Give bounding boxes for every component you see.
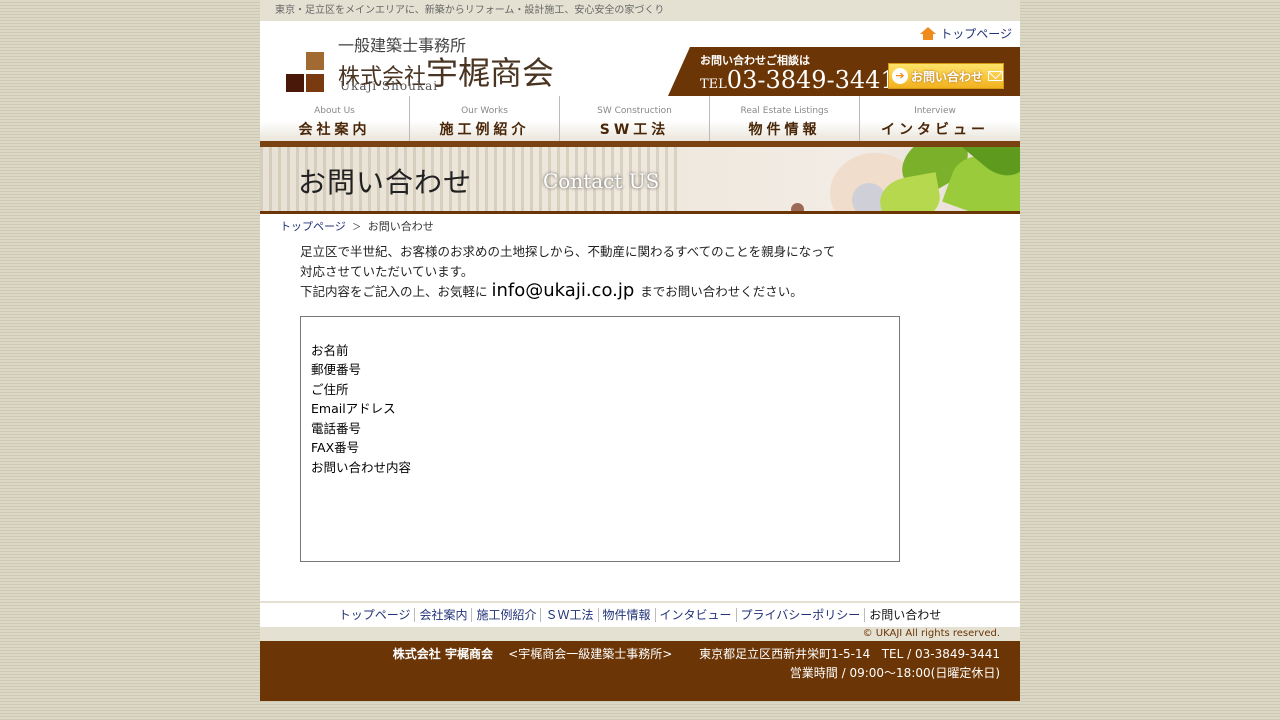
tel-number: 03-3849-3441 (726, 66, 896, 94)
site-header: 一般建築士事務所 株式会社宇梶商会 Ukaji Shoukai トップページ お… (260, 21, 1020, 96)
page-title-english: Contact US (543, 169, 660, 193)
footer-link-contact-current: お問い合わせ (869, 608, 942, 622)
nav-item-jp: 物件情報 (748, 122, 821, 138)
nav-item-interview[interactable]: Interview インタビュー (860, 96, 1010, 141)
footer-office: <宇梶商会一級建築士事務所> (508, 647, 673, 661)
site-footer: 株式会社 宇梶商会 <宇梶商会一級建築士事務所> 東京都足立区西新井栄町1-5-… (260, 641, 1020, 701)
nav-item-about[interactable]: About Us 会社案内 (260, 96, 410, 141)
nav-item-en: Real Estate Listings (740, 106, 829, 116)
top-page-link[interactable]: トップページ (920, 25, 1012, 42)
form-field-fax: FAX番号 (311, 440, 360, 455)
contact-email: info@ukaji.co.jp (491, 280, 635, 301)
intro-line: 対応させていただいています。 (300, 263, 474, 279)
mail-icon (988, 71, 1003, 81)
nav-item-jp: 施工例紹介 (439, 122, 530, 138)
breadcrumb-separator: ＞ (352, 223, 362, 233)
form-field-inquiry: お問い合わせ内容 (311, 459, 412, 475)
footer-address: 東京都足立区西新井栄町1-5-14 (699, 647, 871, 661)
nav-item-jp: 会社案内 (298, 122, 371, 138)
breadcrumb-current: お問い合わせ (367, 220, 434, 233)
form-field-phone: 電話番号 (311, 420, 362, 436)
page-banner: お問い合わせ Contact US (260, 147, 1020, 214)
footer-hours: 営業時間 / 09:00～18:00(日曜定休日) (789, 666, 1000, 680)
nav-item-en: SW Construction (597, 106, 672, 116)
form-field-postal: 郵便番号 (311, 362, 362, 377)
footer-line: 株式会社 宇梶商会 <宇梶商会一級建築士事務所> 東京都足立区西新井栄町1-5-… (260, 645, 1000, 664)
footer-tel: TEL / 03-3849-3441 (881, 647, 1000, 661)
nav-item-real-estate[interactable]: Real Estate Listings 物件情報 (710, 96, 860, 141)
intro-text: 足立区で半世紀、お客様のお求めの土地探しから、不動産に関わるすべてのことを親身に… (260, 236, 1020, 302)
logo-name: 宇梶商会 (426, 54, 555, 92)
tel-prefix: TEL (700, 77, 727, 92)
site-tagline: 東京・足立区をメインエリアに、新築からリフォーム・設計施工、安心安全の家づくり (260, 0, 1020, 21)
top-page-label: トップページ (940, 27, 1012, 41)
arrow-right-icon: ➔ (892, 68, 908, 84)
page-title: お問い合わせ (298, 166, 473, 199)
nav-item-en: Interview (914, 106, 956, 116)
contact-phone: TEL03-3849-3441 (700, 66, 896, 94)
contact-panel: お問い合わせご相談は TEL03-3849-3441 ➔ お問い合わせ (668, 47, 1020, 96)
footer-link-works[interactable]: 施工例紹介 (472, 608, 542, 622)
logo-mark-icon (286, 52, 328, 94)
form-field-address: ご住所 (311, 381, 349, 397)
intro-line-after: までお問い合わせください。 (640, 284, 803, 299)
nav-item-works[interactable]: Our Works 施工例紹介 (410, 96, 560, 141)
nav-item-en: Our Works (461, 106, 508, 116)
footer-company: 株式会社 宇梶商会 (392, 647, 493, 661)
footer-link-real-estate[interactable]: 物件情報 (599, 608, 656, 622)
intro-line: 下記内容をご記入の上、お気軽に info@ukaji.co.jp までお問い合わせく… (300, 281, 1020, 302)
contact-form: お名前 郵便番号 ご住所 Emailアドレス 電話番号 FAX番号 お問い合わせ… (300, 315, 900, 562)
copyright: © UKAJI All rights reserved. (260, 627, 1020, 641)
nav-item-jp: SW工法 (599, 122, 670, 138)
footer-link-interview[interactable]: インタビュー (656, 608, 737, 622)
breadcrumb-home-link[interactable]: トップページ (280, 220, 346, 233)
microphone-icon (791, 203, 804, 211)
footer-nav: トップページ 会社案内 施工例紹介 ＳＷ工法 物件情報 インタビュー プライバシ… (260, 601, 1020, 627)
page: 東京・足立区をメインエリアに、新築からリフォーム・設計施工、安心安全の家づくり … (260, 0, 1020, 701)
main-nav: About Us 会社案内 Our Works 施工例紹介 SW Constru… (260, 96, 1020, 147)
logo-english: Ukaji Shoukai (340, 79, 439, 93)
form-field-name: お名前 (311, 342, 349, 358)
form-field-email: Emailアドレス (311, 401, 396, 416)
nav-item-sw-construction[interactable]: SW Construction SW工法 (560, 96, 710, 141)
contact-button[interactable]: ➔ お問い合わせ (888, 63, 1004, 89)
nav-item-jp: インタビュー (881, 122, 989, 138)
home-icon (920, 27, 937, 40)
footer-link-privacy[interactable]: プライバシーポリシー (737, 608, 866, 622)
footer-link-top[interactable]: トップページ (335, 608, 416, 622)
intro-line: 足立区で半世紀、お客様のお求めの土地探しから、不動産に関わるすべてのことを親身に… (300, 244, 836, 259)
contact-button-label: お問い合わせ (911, 69, 984, 84)
footer-link-about[interactable]: 会社案内 (415, 608, 473, 622)
nav-item-en: About Us (314, 106, 355, 116)
breadcrumb: トップページ ＞ お問い合わせ (260, 214, 1020, 236)
footer-link-sw-construction[interactable]: ＳＷ工法 (541, 608, 599, 622)
intro-line-before: 下記内容をご記入の上、お気軽に (300, 284, 488, 299)
